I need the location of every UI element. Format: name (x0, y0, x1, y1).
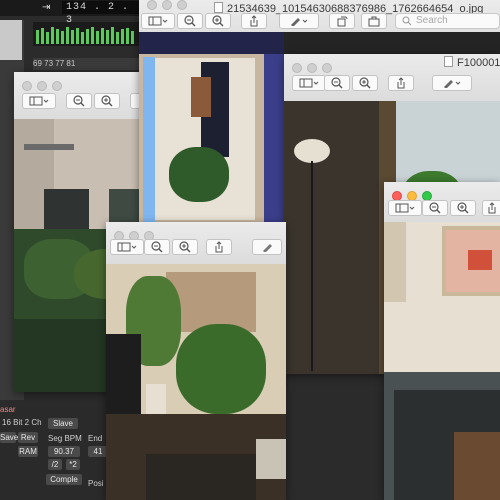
zoom-in-icon (359, 77, 371, 89)
zoom-in-icon (179, 241, 191, 253)
seg-bpm-label: Seg BPM (48, 434, 82, 443)
window-controls (22, 78, 67, 91)
zoom-out-icon (73, 95, 85, 107)
share-button[interactable] (482, 200, 500, 216)
window-controls (392, 188, 437, 201)
level-meter (33, 22, 141, 46)
play-arrow-icon[interactable]: ⇥ (42, 2, 50, 13)
markup-button[interactable] (252, 239, 282, 255)
share-icon (215, 241, 223, 253)
share-icon (488, 202, 496, 214)
share-icon (250, 15, 258, 27)
markup-icon (263, 244, 272, 252)
zoom-out-icon (429, 202, 441, 214)
zoom-out-icon (151, 241, 163, 253)
complete-button[interactable]: Comple (46, 474, 82, 485)
close-button[interactable] (292, 63, 302, 73)
label-asar: asar (0, 405, 16, 414)
minimize-button[interactable] (307, 63, 317, 73)
share-button[interactable] (241, 13, 267, 29)
zoom-in-button[interactable] (172, 239, 198, 255)
zoom-out-button[interactable] (177, 13, 203, 29)
audio-app-controls: asar 16 Bit 2 Ch Slave Save Rev Seg BPM … (0, 405, 120, 500)
zoom-button[interactable] (322, 63, 332, 73)
sidebar-icon (117, 242, 137, 252)
rotate-button[interactable] (329, 13, 355, 29)
sidebar-button[interactable] (22, 93, 56, 109)
zoom-button[interactable] (177, 0, 187, 10)
rotate-icon (337, 16, 348, 27)
divide-button[interactable]: /2 (48, 459, 62, 470)
sidebar-button[interactable] (141, 13, 175, 29)
window-controls (147, 0, 192, 10)
close-button[interactable] (147, 0, 157, 10)
sidebar-icon (29, 96, 49, 106)
toolbox-icon (368, 16, 380, 27)
markup-icon (291, 18, 308, 26)
window-toolbar: F1000013 (284, 54, 500, 102)
window-title: F1000013 (444, 56, 500, 69)
window-toolbar (106, 222, 286, 265)
zoom-in-icon (457, 202, 469, 214)
preview-window-plants[interactable] (106, 222, 286, 500)
end-label: End (88, 434, 103, 443)
sidebar-icon (148, 16, 168, 26)
window-controls (292, 60, 337, 73)
multiply-button[interactable]: *2 (66, 459, 80, 470)
rev-button[interactable]: Rev (18, 432, 38, 443)
zoom-in-button[interactable] (352, 75, 378, 91)
zoom-out-icon (184, 15, 196, 27)
preview-window-painting[interactable] (384, 182, 500, 500)
markup-button[interactable] (432, 75, 472, 91)
ram-button[interactable]: RAM (18, 446, 38, 457)
zoom-out-button[interactable] (324, 75, 350, 91)
zoom-in-button[interactable] (205, 13, 231, 29)
bit-depth-label: 16 Bit 2 Ch (2, 418, 42, 427)
photo-painting-bed (384, 222, 500, 500)
markup-icon (444, 80, 461, 88)
search-icon (402, 16, 412, 26)
zoom-button[interactable] (52, 81, 62, 91)
minimize-button[interactable] (37, 81, 47, 91)
zoom-out-button[interactable] (422, 200, 448, 216)
slave-button[interactable]: Slave (48, 418, 78, 429)
minimize-button[interactable] (162, 0, 172, 10)
search-field[interactable]: Search (395, 13, 500, 29)
sidebar-icon (299, 78, 319, 88)
sidebar-button[interactable] (388, 200, 422, 216)
save-button[interactable]: Save (0, 432, 18, 443)
value-field[interactable]: 41 (88, 446, 108, 457)
timeline-ruler: 69 73 77 81 (33, 58, 143, 70)
zoom-in-icon (101, 95, 113, 107)
share-button[interactable] (206, 239, 232, 255)
window-toolbar (384, 182, 500, 223)
window-controls (114, 228, 159, 241)
zoom-out-button[interactable] (66, 93, 92, 109)
photo-plants-desk (106, 264, 286, 500)
share-button[interactable] (388, 75, 414, 91)
zoom-out-icon (331, 77, 343, 89)
search-placeholder: Search (416, 15, 448, 26)
share-icon (397, 77, 405, 89)
markup-button[interactable] (279, 13, 319, 29)
sidebar-icon (395, 203, 415, 213)
document-icon (444, 56, 453, 67)
zoom-in-icon (212, 15, 224, 27)
zoom-out-button[interactable] (144, 239, 170, 255)
close-button[interactable] (22, 81, 32, 91)
zoom-in-button[interactable] (450, 200, 476, 216)
audio-app-left-strip (0, 20, 22, 60)
toolbox-button[interactable] (361, 13, 387, 29)
zoom-in-button[interactable] (94, 93, 120, 109)
document-icon (214, 2, 223, 13)
sidebar-button[interactable] (292, 75, 326, 91)
sidebar-button[interactable] (110, 239, 144, 255)
bpm-field[interactable]: 90.37 (48, 446, 80, 457)
position-label: Posi (88, 479, 104, 488)
window-toolbar (14, 72, 144, 120)
position-counter: 134 . 2 . 3 (62, 1, 140, 26)
